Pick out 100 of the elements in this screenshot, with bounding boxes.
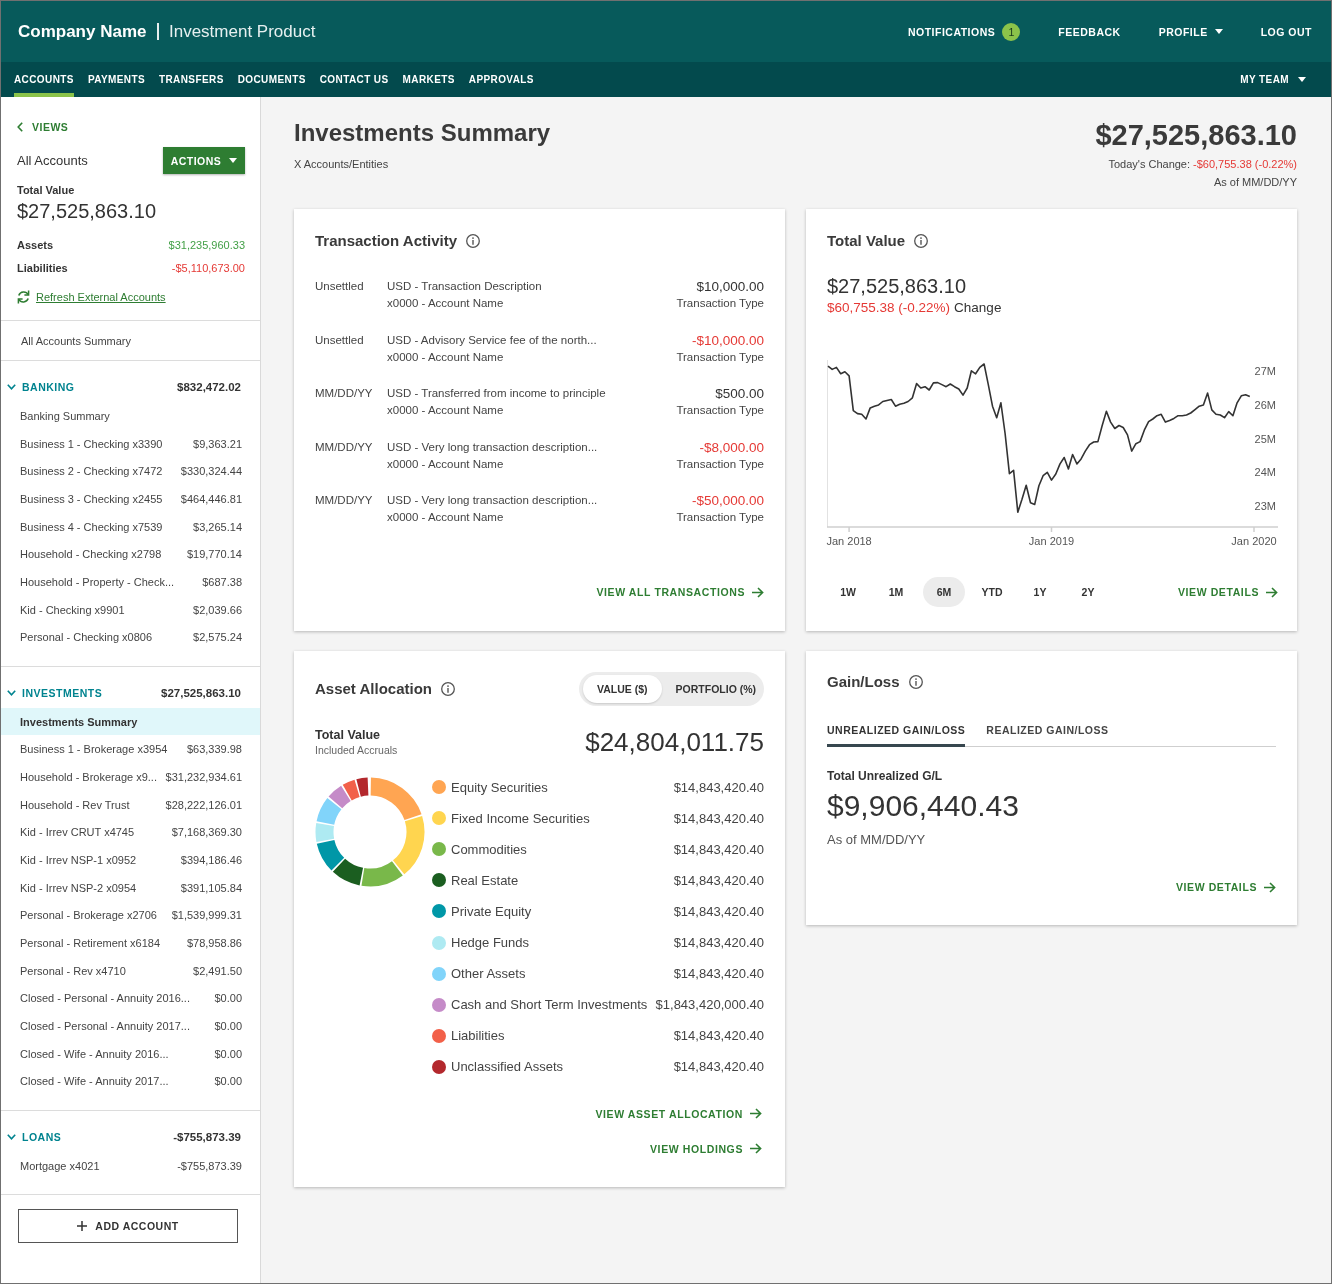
account-item[interactable]: Closed - Personal - Annuity 2017... $0.00 [1,1012,260,1040]
category-value: $14,843,420.40 [673,841,764,857]
transaction-description: USD - Transaction Description [387,279,542,294]
account-name: x0000 - Account Name [387,403,504,419]
account-item[interactable]: Personal - Brokerage x2706 $1,539,999.31 [1,901,260,930]
transaction-description: USD - Very long transaction description... [387,439,598,455]
account-item[interactable]: Business 1 - Checking x3390 $9,363.21 [1,429,260,458]
range-button[interactable]: 6M [923,577,965,607]
account-item[interactable]: Mortgage x4021 -$755,873.39 [1,1151,260,1180]
caret-down-icon [229,158,238,163]
arrow-right-icon [750,1143,762,1155]
account-item[interactable]: Kid - Irrev CRUT x4745 $7,168,369.30 [1,818,260,847]
category-value: $1,843,420,000.40 [655,997,764,1013]
view-holdings-link[interactable]: VIEW HOLDINGS [650,1138,762,1159]
account-item[interactable]: Banking Summary [1,402,260,430]
refresh-link[interactable]: Refresh External Accounts [17,288,166,306]
nav-tab[interactable]: DOCUMENTS [237,62,306,97]
add-account-button[interactable]: ADD ACCOUNT [18,1209,238,1243]
toggle-option[interactable]: VALUE ($) [583,675,662,703]
views-link[interactable]: VIEWS [17,121,69,133]
gain-loss-total: $9,906,440.43 [827,788,1019,824]
category-name: Fixed Income Securities [451,810,590,826]
nav-tab[interactable]: APPROVALS [468,62,534,97]
account-item[interactable]: Household - Property - Check... $687.38 [1,568,260,596]
section-total: $832,472.02 [177,381,241,393]
account-item[interactable]: Household - Checking x2798 $19,770.14 [1,540,260,569]
account-item[interactable]: Kid - Checking x9901 $2,039.66 [1,595,260,624]
category-name: Cash and Short Term Investments [451,997,648,1013]
account-item[interactable]: Closed - Wife - Annuity 2017... $0.00 [1,1067,260,1096]
account-item[interactable]: Business 2 - Checking x7472 $330,324.44 [1,457,260,486]
header-link[interactable]: FEEDBACK [1058,25,1121,38]
view-details-link[interactable]: VIEW DETAILS [1177,582,1278,602]
account-item[interactable]: Investments Summary [1,707,260,736]
account-item[interactable]: Closed - Wife - Annuity 2016... $0.00 [1,1039,260,1068]
gain-loss-tab[interactable]: REALIZED GAIN/LOSS [986,712,1109,747]
view-asset-allocation-link[interactable]: VIEW ASSET ALLOCATION [595,1103,762,1124]
section-toggle[interactable]: BANKING [7,381,75,393]
account-item[interactable]: Business 1 - Brokerage x3954 $63,339.98 [1,735,260,764]
actions-button[interactable]: ACTIONS [163,147,245,174]
account-item[interactable]: Business 4 - Checking x7539 $3,265.14 [1,512,260,541]
nav-tab[interactable]: TRANSFERS [159,62,224,97]
toggle-option[interactable]: PORTFOLIO (%) [661,675,771,703]
account-item[interactable]: Personal - Retirement x6184 $78,958.86 [1,929,260,957]
transaction-type: Transaction Type [676,349,764,365]
portfolio-total: $27,525,863.10 [1095,118,1297,153]
account-item[interactable]: Kid - Irrev NSP-1 x0952 $394,186.46 [1,846,260,874]
transaction-amount: -$10,000.00 [691,331,764,349]
account-item[interactable]: Business 3 - Checking x2455 $464,446.81 [1,485,260,513]
account-item[interactable]: Household - Brokerage x9... $31,232,934.61 [1,763,260,791]
account-item[interactable]: Closed - Personal - Annuity 2016... $0.00 [1,984,260,1013]
view-all-transactions-link[interactable]: VIEW ALL TRANSACTIONS [596,582,764,602]
arrow-right-icon [1264,881,1276,893]
gain-loss-tab[interactable]: UNREALIZED GAIN/LOSS [827,712,966,747]
page-subtitle: X Accounts/Entities [294,157,389,171]
header-link[interactable]: LOG OUT [1260,25,1312,38]
range-button[interactable]: 2Y [1067,577,1109,607]
range-button[interactable]: 1Y [1019,577,1061,607]
nav-tab[interactable]: MARKETS [402,62,455,97]
section-toggle[interactable]: LOANS [7,1130,62,1143]
info-icon [440,682,455,696]
category-value: $14,843,420.40 [673,903,764,919]
account-item[interactable]: Personal - Checking x0806 $2,575.24 [1,623,260,652]
category-value: $14,843,420.40 [673,872,764,888]
account-item[interactable]: Personal - Rev x4710 $2,491.50 [1,956,260,985]
range-button[interactable]: 1M [875,577,917,607]
transaction-description: USD - Transferred from income to principle [387,386,606,402]
transaction-amount: -$8,000.00 [699,438,764,456]
view-details-link[interactable]: VIEW DETAILS [1175,877,1276,897]
transaction-type: Transaction Type [676,296,764,311]
range-button[interactable]: 1W [827,577,869,607]
liabilities-label: Liabilities [17,261,68,276]
category-name: Other Assets [451,966,526,982]
axis-label: 25M [1254,432,1276,445]
page-title: Investments Summary [294,118,551,148]
team-menu[interactable]: MY TEAM [1240,74,1306,85]
transaction-status: Unsettled [315,332,364,348]
card-title: Total Value [827,231,906,251]
allocation-total: $24,804,011.75 [585,726,764,758]
transaction-amount: $10,000.00 [696,278,764,295]
sidebar-item[interactable]: All Accounts Summary [1,321,260,360]
account-item[interactable]: Household - Rev Trust $28,222,126.01 [1,790,260,819]
account-item[interactable]: Kid - Irrev NSP-2 x0954 $391,105.84 [1,873,260,902]
chevron-down-icon [7,384,16,390]
nav-tab[interactable]: PAYMENTS [87,62,145,97]
range-button[interactable]: YTD [971,577,1013,607]
account-name: x0000 - Account Name [387,510,504,526]
total-value: $27,525,863.10 [827,274,967,299]
transaction-description: USD - Advisory Service fee of the north... [387,332,597,348]
header-link[interactable]: PROFILE [1158,25,1223,38]
donut-slice [328,785,351,808]
section-toggle[interactable]: INVESTMENTS [7,686,103,699]
nav-tab[interactable]: CONTACT US [319,62,389,97]
company-name: Company Name [18,21,147,42]
total-value: $27,525,863.10 [17,199,157,224]
header-link[interactable]: NOTIFICATIONS 1 [907,22,1021,41]
transaction-description: USD - Very long transaction description... [387,493,598,509]
axis-label: 27M [1254,365,1276,378]
card-title: Asset Allocation [315,679,432,699]
change-value: $60,755.38 (-0.22%) [827,299,951,317]
transaction-status: MM/DD/YY [315,439,373,455]
